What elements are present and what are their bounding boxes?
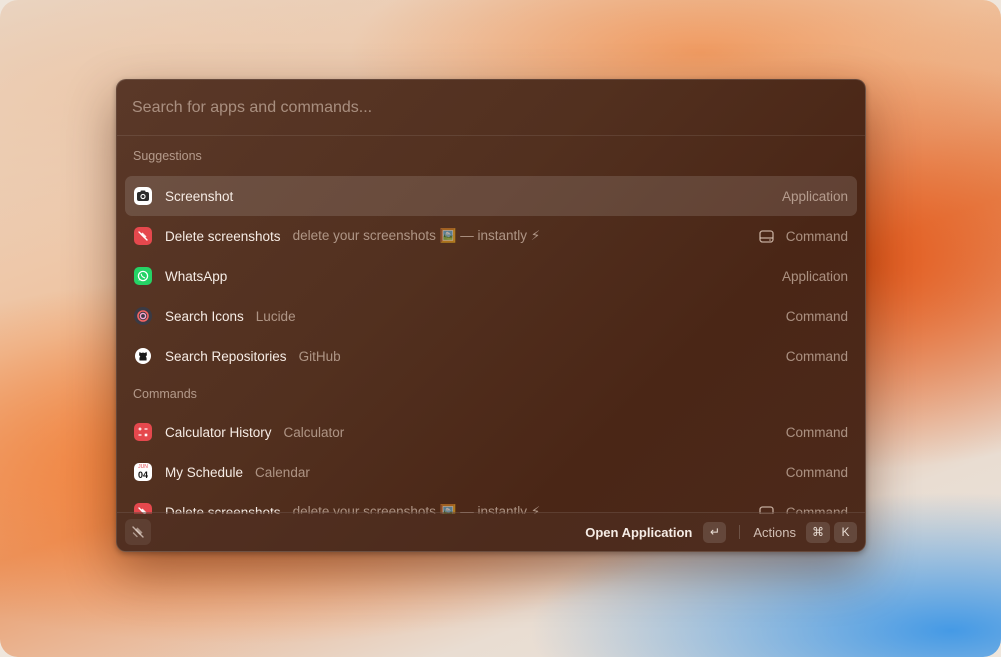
item-type: Application <box>781 188 848 204</box>
list-item-calculator-history[interactable]: Calculator History Calculator Command <box>125 412 857 452</box>
item-type: Command <box>785 348 848 364</box>
drive-icon <box>759 229 774 243</box>
calendar-day: 04 <box>137 470 148 480</box>
whatsapp-icon <box>134 267 152 285</box>
enter-key-icon: ↵ <box>703 521 727 543</box>
list-item-screenshot[interactable]: Screenshot Application <box>125 176 857 216</box>
list-item-whatsapp[interactable]: WhatsApp Application <box>125 256 857 296</box>
item-title: My Schedule <box>165 464 244 480</box>
search-input[interactable] <box>132 98 865 117</box>
item-subtitle: delete your screenshots 🖼️ — instantly ⚡ <box>292 228 541 243</box>
item-subtitle: Calendar <box>255 464 310 480</box>
actions-button[interactable]: Actions <box>753 525 796 540</box>
item-type: Command <box>785 308 848 324</box>
item-subtitle: GitHub <box>298 348 341 364</box>
item-title: Calculator History <box>165 424 272 440</box>
section-header-suggestions: Suggestions <box>133 149 202 163</box>
item-title: Delete screenshots <box>165 228 281 244</box>
screenshot-app-icon <box>134 187 152 205</box>
k-key: K <box>834 521 857 543</box>
open-application-button[interactable]: Open Application <box>585 525 692 540</box>
lucide-icon <box>134 307 152 325</box>
item-type: Command <box>785 464 848 480</box>
calculator-icon <box>134 423 152 441</box>
item-type: Command <box>785 228 848 244</box>
item-title: Search Icons <box>165 308 244 324</box>
launcher-logo-icon[interactable] <box>125 519 151 545</box>
list-item-search-repositories[interactable]: Search Repositories GitHub Command <box>125 336 857 376</box>
item-subtitle: Calculator <box>283 424 345 440</box>
item-title: Screenshot <box>165 188 234 204</box>
item-type: Command <box>785 424 848 440</box>
list-item-delete-screenshots[interactable]: Delete screenshots delete your screensho… <box>125 216 857 256</box>
item-type: Application <box>781 268 848 284</box>
delete-screenshots-icon <box>134 227 152 245</box>
github-icon <box>134 347 152 365</box>
item-subtitle: Lucide <box>255 308 296 324</box>
list-item-delete-screenshots[interactable]: Delete screenshots delete your screensho… <box>125 492 857 514</box>
list-item-search-icons[interactable]: Search Icons Lucide Command <box>125 296 857 336</box>
action-bar: Open Application ↵ Actions ⌘ K <box>117 512 865 551</box>
section-header-commands: Commands <box>133 387 197 401</box>
item-title: WhatsApp <box>165 268 228 284</box>
item-title: Search Repositories <box>165 348 287 364</box>
list-item-my-schedule[interactable]: JUN 04 My Schedule Calendar Command <box>125 452 857 492</box>
command-key-icon: ⌘ <box>806 521 830 543</box>
calendar-icon: JUN 04 <box>134 463 152 481</box>
results-list: Suggestions Screenshot Application Delet… <box>117 136 865 514</box>
launcher-window: Suggestions Screenshot Application <box>116 79 866 552</box>
search-bar <box>117 80 865 136</box>
footer-divider <box>739 525 741 539</box>
